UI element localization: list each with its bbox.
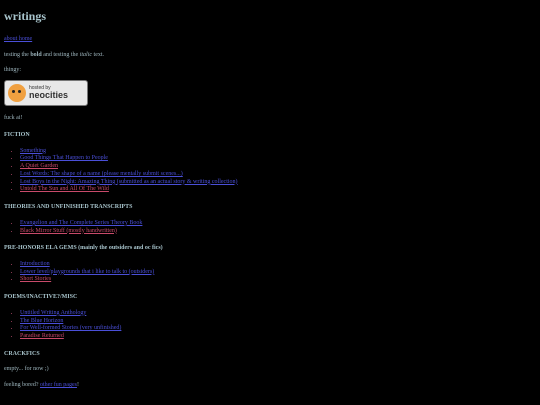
list-item: Short Stories	[20, 276, 536, 284]
test-suffix: text.	[92, 51, 105, 58]
fuck-ai-text: fuck ai!	[4, 114, 23, 121]
footer-suffix: !	[76, 381, 79, 388]
italic-word: italic	[79, 51, 93, 58]
fiction-link[interactable]: Something	[20, 148, 46, 154]
poems-link[interactable]: The Blue Horizon	[20, 318, 63, 324]
list-item: Something	[20, 148, 536, 156]
test-middle: and testing the	[41, 51, 80, 58]
crackfics-empty-text: empty... for now ;)	[4, 366, 49, 373]
pre-honors-link[interactable]: Short Stories	[20, 276, 51, 282]
theories-link[interactable]: Black Mirror Stuff (mostly handwritten)	[20, 228, 117, 234]
list-item: Good Things That Happen to People	[20, 155, 536, 163]
list-item: Lower level/playgrounds that i like to t…	[20, 269, 536, 277]
fiction-link[interactable]: A Quiet Garden	[20, 163, 58, 169]
page-title: writings	[4, 9, 46, 23]
list-item: Introduction	[20, 261, 536, 269]
badge-big-text: neocities	[29, 89, 69, 100]
test-line: testing the bold and testing the italic …	[4, 52, 536, 60]
poems-link[interactable]: Untitled Writing Anthology	[20, 310, 86, 316]
fiction-link[interactable]: Good Things That Happen to People	[20, 155, 108, 161]
section-title-crackfics: CRACKFICS	[4, 350, 40, 357]
poems-link[interactable]: For Well-formed Stories (very unfinished…	[20, 325, 121, 331]
fun-pages-link[interactable]: other fun pages	[40, 382, 77, 388]
fiction-link[interactable]: Untold The Sun and All Of The Wild	[20, 186, 109, 192]
bold-word: bold	[30, 51, 42, 58]
list-item: For Well-formed Stories (very unfinished…	[20, 325, 536, 333]
thingy-label: thingy:	[4, 67, 22, 73]
section-title-theories: THEORIES AND UNFINISHED TRANSCRIPTS	[4, 204, 133, 211]
poems-list: Untitled Writing Anthology The Blue Hori…	[4, 310, 536, 341]
fiction-list: Something Good Things That Happen to Peo…	[4, 148, 536, 195]
home-line: about home	[4, 36, 536, 44]
list-item: Black Mirror Stuff (mostly handwritten)	[20, 228, 536, 236]
list-item: Paradise Returned	[20, 333, 536, 341]
pre-honors-link[interactable]: Lower level/playgrounds that i like to t…	[20, 269, 154, 275]
poems-link[interactable]: Paradise Returned	[20, 333, 64, 339]
list-item: Untold The Sun and All Of The Wild	[20, 186, 536, 194]
list-item: Untitled Writing Anthology	[20, 310, 536, 318]
fiction-link[interactable]: Lost Boys in the Night: Amazing Thing (s…	[20, 179, 238, 185]
fiction-link[interactable]: Lost Words: The shape of a name (please …	[20, 171, 183, 177]
pre-honors-link[interactable]: Introduction	[20, 261, 50, 267]
pre-honors-list: Introduction Lower level/playgrounds tha…	[4, 261, 536, 284]
section-title-pre-honors: PRE-HONORS ELA GEMS (mainly the outsider…	[4, 245, 163, 252]
neocities-badge[interactable]: hosted by neocities	[4, 79, 88, 106]
list-item: Evangelion and The Complete Series Theor…	[20, 220, 536, 228]
list-item: A Quiet Garden	[20, 163, 536, 171]
list-item: Lost Words: The shape of a name (please …	[20, 171, 536, 179]
page: writings about home testing the bold and…	[0, 0, 540, 389]
footer-line: feeling bored? other fun pages!	[4, 382, 536, 390]
test-prefix: testing the	[4, 51, 31, 58]
theories-link[interactable]: Evangelion and The Complete Series Theor…	[20, 220, 142, 226]
badge-text: hosted by neocities	[29, 85, 69, 100]
neocities-cat-icon	[8, 83, 26, 102]
footer-prefix: feeling bored?	[4, 381, 40, 388]
home-link[interactable]: about home	[4, 36, 32, 42]
theories-list: Evangelion and The Complete Series Theor…	[4, 220, 536, 236]
section-title-fiction: FICTION	[4, 132, 30, 138]
section-title-poems: POEMS/INACTIVE?/MISC	[4, 294, 78, 301]
